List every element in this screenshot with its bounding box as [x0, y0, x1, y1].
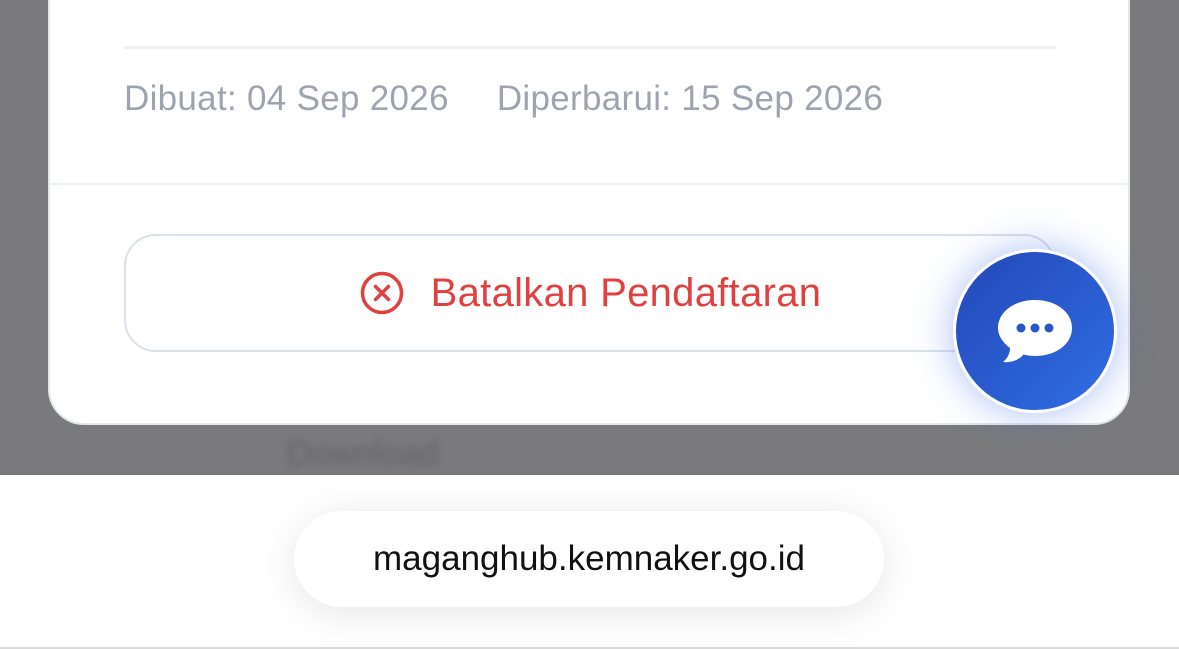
- created-date: Dibuat: 04 Sep 2026: [124, 79, 449, 118]
- browser-address-bar[interactable]: maganghub.kemnaker.go.id: [294, 511, 884, 607]
- background-obscured-text: Download: [287, 435, 439, 473]
- chat-bubble-dots-icon: [993, 294, 1077, 368]
- updated-date: Diperbarui: 15 Sep 2026: [496, 79, 884, 118]
- url-text: maganghub.kemnaker.go.id: [373, 539, 805, 578]
- divider: [124, 46, 1056, 49]
- cancel-registration-label: Batalkan Pendaftaran: [430, 270, 822, 315]
- cancel-registration-button[interactable]: Batalkan Pendaftaran: [124, 234, 1056, 352]
- date-info-row: Dibuat: 04 Sep 2026 Diperbarui: 15 Sep 2…: [124, 74, 883, 124]
- section-divider: [50, 183, 1128, 185]
- close-circle-icon: [359, 270, 405, 316]
- chat-button[interactable]: [953, 249, 1117, 413]
